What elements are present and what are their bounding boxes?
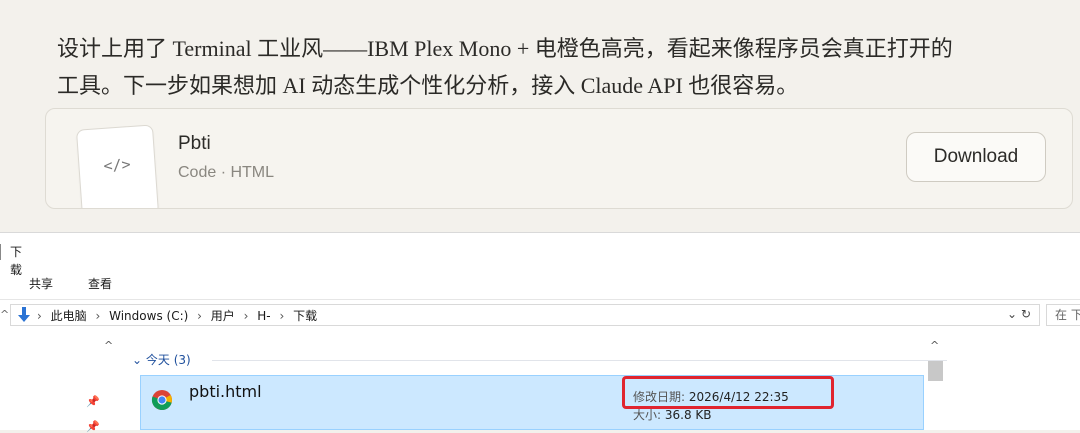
size-value: 36.8 KB — [664, 408, 712, 422]
search-input[interactable]: 在 下 — [1046, 304, 1080, 326]
breadcrumb-downloads[interactable]: 下载 — [293, 309, 317, 323]
group-label: 今天 (3) — [145, 353, 191, 367]
group-header-today[interactable]: ⌄ 今天 (3) — [132, 351, 947, 368]
code-file-icon: </> — [75, 124, 160, 208]
chrome-icon — [151, 390, 172, 411]
caret-up-icon[interactable]: ^ — [0, 308, 9, 321]
pin-icon: 📌 — [86, 395, 100, 408]
scroll-up-icon[interactable]: ^ — [930, 339, 939, 352]
code-glyph: </> — [102, 155, 132, 175]
chevron-right-icon[interactable]: › — [95, 309, 100, 323]
chevron-right-icon[interactable]: › — [37, 309, 42, 323]
tab-view[interactable]: 查看 — [88, 275, 112, 293]
address-row: ^ › 此电脑 › Windows (C:) › 用户 › H- › 下载 ⌄ … — [0, 299, 1080, 330]
size-label: 大小: — [633, 408, 662, 422]
highlight-annotation — [622, 376, 834, 409]
chevron-down-icon[interactable]: ⌄ — [1007, 307, 1017, 321]
title-divider — [0, 244, 1, 260]
breadcrumb: › 此电脑 › Windows (C:) › 用户 › H- › 下载 — [37, 308, 322, 324]
chevron-right-icon[interactable]: › — [197, 309, 202, 323]
address-controls: ⌄ ↻ — [1007, 307, 1031, 321]
tab-share[interactable]: 共享 — [29, 275, 53, 293]
chevron-down-icon: ⌄ — [132, 353, 143, 367]
artifact-subtitle: Code · HTML — [178, 164, 275, 181]
assistant-message: 设计上用了 Terminal 工业风——IBM Plex Mono + 电橙色高… — [57, 30, 1047, 104]
chevron-right-icon[interactable]: › — [244, 309, 249, 323]
file-explorer-window: 下载 共享 查看 ^ › 此电脑 › Windows (C:) › 用户 › H… — [0, 232, 1080, 433]
downloads-arrow-icon — [18, 307, 30, 322]
ribbon-tabs: 共享 查看 — [0, 275, 1080, 293]
breadcrumb-drive[interactable]: Windows (C:) — [109, 309, 188, 323]
artifact-title: Pbti — [178, 133, 211, 154]
chevron-right-icon[interactable]: › — [279, 309, 284, 323]
content-scrollbar[interactable]: ^ — [927, 339, 945, 430]
scroll-up-icon[interactable]: ^ — [104, 339, 113, 352]
scrollbar-thumb[interactable] — [928, 361, 943, 381]
pin-icon: 📌 — [86, 420, 100, 433]
message-line-2: 工具。下一步如果想加 AI 动态生成个性化分析，接入 Claude API 也很… — [57, 73, 799, 98]
message-line-1: 设计上用了 Terminal 工业风——IBM Plex Mono + 电橙色高… — [57, 36, 953, 61]
chat-panel: 设计上用了 Terminal 工业风——IBM Plex Mono + 电橙色高… — [0, 0, 1080, 232]
breadcrumb-this-pc[interactable]: 此电脑 — [51, 309, 87, 323]
address-bar[interactable]: › 此电脑 › Windows (C:) › 用户 › H- › 下载 ⌄ ↻ — [10, 304, 1040, 326]
breadcrumb-user[interactable]: H- — [257, 309, 270, 323]
refresh-icon[interactable]: ↻ — [1021, 307, 1031, 321]
nav-pane-scrollbar[interactable]: ^ — [100, 339, 118, 430]
breadcrumb-users[interactable]: 用户 — [211, 309, 235, 323]
artifact-card[interactable]: </> Pbti Code · HTML Download — [45, 108, 1073, 209]
window-title: 下载 — [10, 245, 23, 277]
group-divider — [212, 360, 947, 361]
file-name: pbti.html — [189, 382, 262, 401]
download-button[interactable]: Download — [906, 132, 1046, 182]
